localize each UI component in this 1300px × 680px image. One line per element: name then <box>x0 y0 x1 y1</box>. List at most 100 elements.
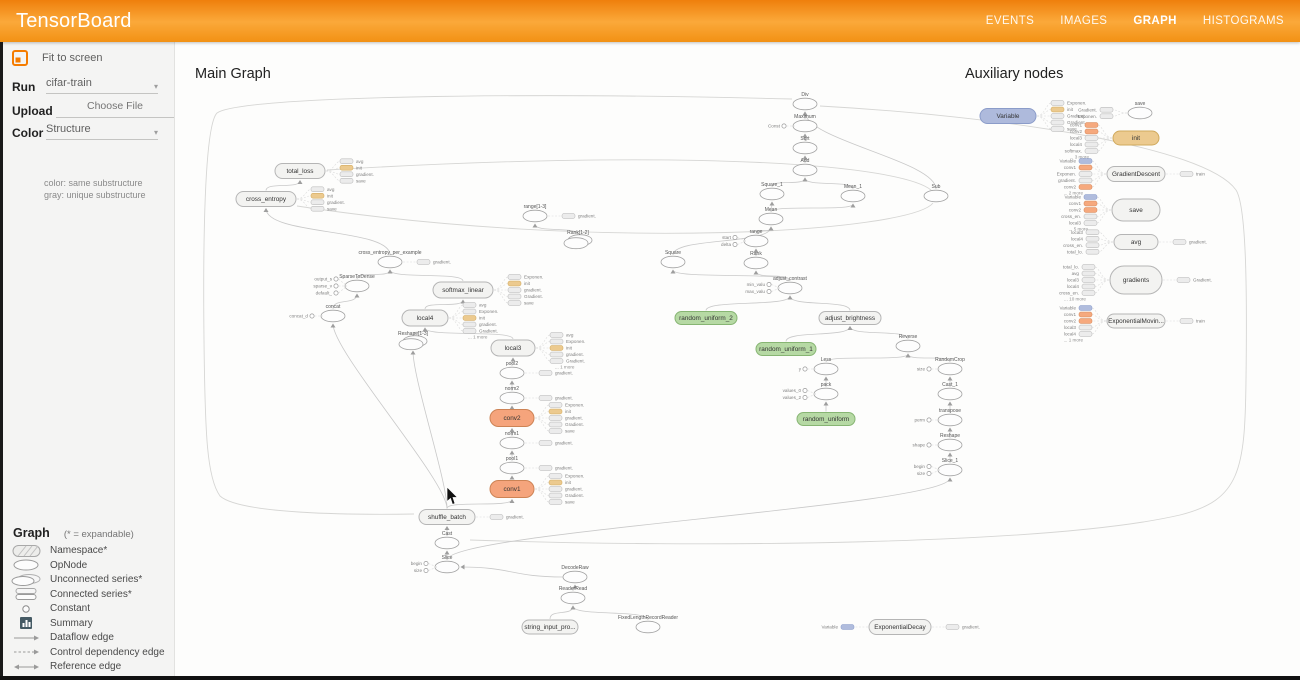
graph-node-expmov[interactable]: ExponentialMovin...trainVariableconv1con… <box>1059 306 1205 343</box>
graph-node-sparse[interactable]: SparseToDenseoutput_ssparse_vdefault_ <box>313 274 375 296</box>
graph-node-pack[interactable]: packvalues_0values_2 <box>783 382 838 400</box>
graph-node-cross_entropy[interactable]: cross_entropyavginitgradient.save <box>236 187 345 212</box>
svg-text:Exponen.: Exponen. <box>479 309 498 314</box>
svg-text:Slice: Slice <box>442 555 453 561</box>
svg-text:softmax.: softmax. <box>1065 149 1082 154</box>
choose-file-button[interactable]: Choose File <box>56 96 174 118</box>
graph-node-concat[interactable]: concatconcat_d <box>289 304 345 322</box>
graph-node-avg_aux[interactable]: avggradient.local3local4cross_en.total_l… <box>1063 230 1207 255</box>
svg-text:gradient.: gradient. <box>433 260 451 265</box>
graph-node-conv1[interactable]: conv1Exponen.initgradient.Gradient.save <box>490 474 584 505</box>
graph-node-slice1[interactable]: Slice_1beginsize <box>914 458 962 476</box>
svg-text:Reverse: Reverse <box>899 334 918 340</box>
svg-text:save: save <box>1135 101 1146 107</box>
graph-node-transpose[interactable]: transposeperm <box>915 408 962 426</box>
graph-node-reshape13[interactable]: Reshape[1-3] <box>398 331 429 350</box>
graph-node-conv2[interactable]: conv2Exponen.initgradient.Gradient.save <box>490 403 584 434</box>
graph-node-string_input[interactable]: string_input_pro... <box>522 620 578 634</box>
nav-images[interactable]: IMAGES <box>1060 15 1107 27</box>
graph-node-total_loss[interactable]: total_lossavginitgradient.save <box>275 159 374 184</box>
graph-node-cast[interactable]: Cast <box>435 531 459 549</box>
graph-node-decode[interactable]: DecodeRaw <box>561 565 589 583</box>
graph-node-div[interactable]: Div <box>793 92 817 110</box>
svg-text:Square_1: Square_1 <box>761 182 783 188</box>
svg-text:norm1: norm1 <box>505 431 519 437</box>
nav-histograms[interactable]: HISTOGRAMS <box>1203 15 1284 27</box>
graph-node-rank12[interactable]: Rank[1-2] <box>564 230 592 249</box>
graph-node-adj_bright[interactable]: adjust_brightness <box>819 312 881 325</box>
graph-node-norm2[interactable]: norm2gradient. <box>500 386 573 404</box>
svg-text:cross_en.: cross_en. <box>1063 243 1083 248</box>
svg-text:conv2: conv2 <box>1069 208 1082 213</box>
graph-node-rank[interactable]: Rank <box>744 251 768 269</box>
graph-node-square1[interactable]: Square_1 <box>760 182 784 200</box>
svg-text:Mean: Mean <box>765 207 778 213</box>
graph-canvas[interactable]: total_lossavginitgradient.save cross_entr… <box>175 42 1300 680</box>
graph-node-gdesc[interactable]: GradientDescenttrainVariableconv1Exponen… <box>1057 159 1206 196</box>
svg-text:gradient.: gradient. <box>555 441 573 446</box>
graph-node-norm1[interactable]: norm1 gradient. <box>500 431 573 449</box>
graph-node-add[interactable]: Add <box>793 158 817 176</box>
svg-text:init: init <box>566 346 573 351</box>
svg-text:Exponen.: Exponen. <box>1057 172 1076 177</box>
svg-text:range[1-3]: range[1-3] <box>524 204 547 210</box>
svg-text:save: save <box>356 178 366 183</box>
svg-text:Gradient.: Gradient. <box>1078 107 1097 112</box>
svg-text:norm2: norm2 <box>505 386 519 392</box>
edge-ref-icon <box>8 660 46 674</box>
svg-text:Exponen.: Exponen. <box>565 474 584 479</box>
graph-node-exp_decay[interactable]: ExponentialDecaygradient.Variable <box>821 620 979 635</box>
graph-node-maximum[interactable]: MaximumConst <box>768 114 817 132</box>
graph-node-slice[interactable]: Slicebeginsize <box>411 555 459 573</box>
graph-node-rcrop[interactable]: RandomCropsize <box>917 357 965 375</box>
graph-edge <box>425 300 463 309</box>
svg-text:avg: avg <box>327 187 335 192</box>
svg-text:local4: local4 <box>1070 142 1082 147</box>
graph-edge <box>706 296 790 311</box>
graph-node-softmax_linear[interactable]: softmax_linearExponen.initgradient.Gradi… <box>433 275 543 306</box>
graph-node-save_aux[interactable]: saveVariableconv1conv2cross_en.local3...… <box>1061 195 1160 232</box>
svg-text:Gradient.: Gradient. <box>565 422 584 427</box>
graph-node-ru2[interactable]: random_uniform_2 <box>675 312 737 325</box>
svg-text:Variable: Variable <box>821 625 838 630</box>
graph-node-square[interactable]: Square <box>661 250 685 268</box>
legend-item-constant: Constant <box>0 602 175 617</box>
svg-text:... 1 more: ... 1 more <box>1064 338 1084 343</box>
graph-node-ru0[interactable]: random_uniform <box>797 413 855 426</box>
graph-node-gradients_aux[interactable]: gradientsGradient.total_lo.avglocal3loca… <box>1059 265 1212 302</box>
app-title: TensorBoard <box>0 10 132 33</box>
graph-node-pool1[interactable]: pool1gradient. <box>500 456 573 474</box>
graph-node-reshape_r[interactable]: Reshapeshape <box>912 433 962 451</box>
svg-text:Sub: Sub <box>932 184 941 190</box>
svg-text:values_2: values_2 <box>783 395 802 400</box>
aux-nodes-heading: Auxiliary nodes <box>965 66 1063 82</box>
graph-node-shuffle_batch[interactable]: shuffle_batchgradient. <box>419 510 524 525</box>
svg-text:local4: local4 <box>1071 236 1083 241</box>
graph-node-flrr[interactable]: FixedLengthRecordReader <box>618 615 678 633</box>
svg-text:Exponen.: Exponen. <box>1067 101 1086 106</box>
screen-edge-artifact <box>0 676 1300 680</box>
nav-events[interactable]: EVENTS <box>986 15 1034 27</box>
graph-node-mean[interactable]: Mean <box>759 207 783 225</box>
graph-node-reader[interactable]: ReaderRead <box>559 586 588 604</box>
graph-node-adj_contrast[interactable]: adjust_contrastmin_valumax_valu <box>745 276 807 294</box>
nav-graph[interactable]: GRAPH <box>1133 15 1177 27</box>
svg-text:avg: avg <box>1131 239 1142 246</box>
svg-text:gradient.: gradient. <box>578 214 596 219</box>
color-select[interactable]: Structure ▾ <box>46 119 158 140</box>
graph-node-mean1[interactable]: Mean_1 <box>841 184 865 202</box>
graph-node-sqrt[interactable]: Sqrt <box>793 136 817 154</box>
svg-text:gradient.: gradient. <box>1058 178 1076 183</box>
svg-text:init: init <box>565 409 572 414</box>
graph-node-reverse[interactable]: Reverse <box>896 334 920 352</box>
graph-node-save_ell[interactable]: saveGradient.Exponen. <box>1078 101 1152 119</box>
graph-node-sub[interactable]: Sub <box>924 184 948 202</box>
fit-to-screen-button[interactable]: Fit to screen <box>12 50 103 66</box>
graph-node-cepe[interactable]: cross_entropy_per_examplegradient. <box>358 250 450 268</box>
svg-text:conv1: conv1 <box>1064 312 1077 317</box>
graph-node-ru1[interactable]: random_uniform_1 <box>756 343 816 356</box>
graph-edge <box>771 204 853 212</box>
run-select[interactable]: cifar-train ▾ <box>46 73 158 94</box>
graph-node-cast1[interactable]: Cast_1 <box>938 382 962 400</box>
graph-node-range13[interactable]: range[1-3] gradient. <box>523 204 596 222</box>
